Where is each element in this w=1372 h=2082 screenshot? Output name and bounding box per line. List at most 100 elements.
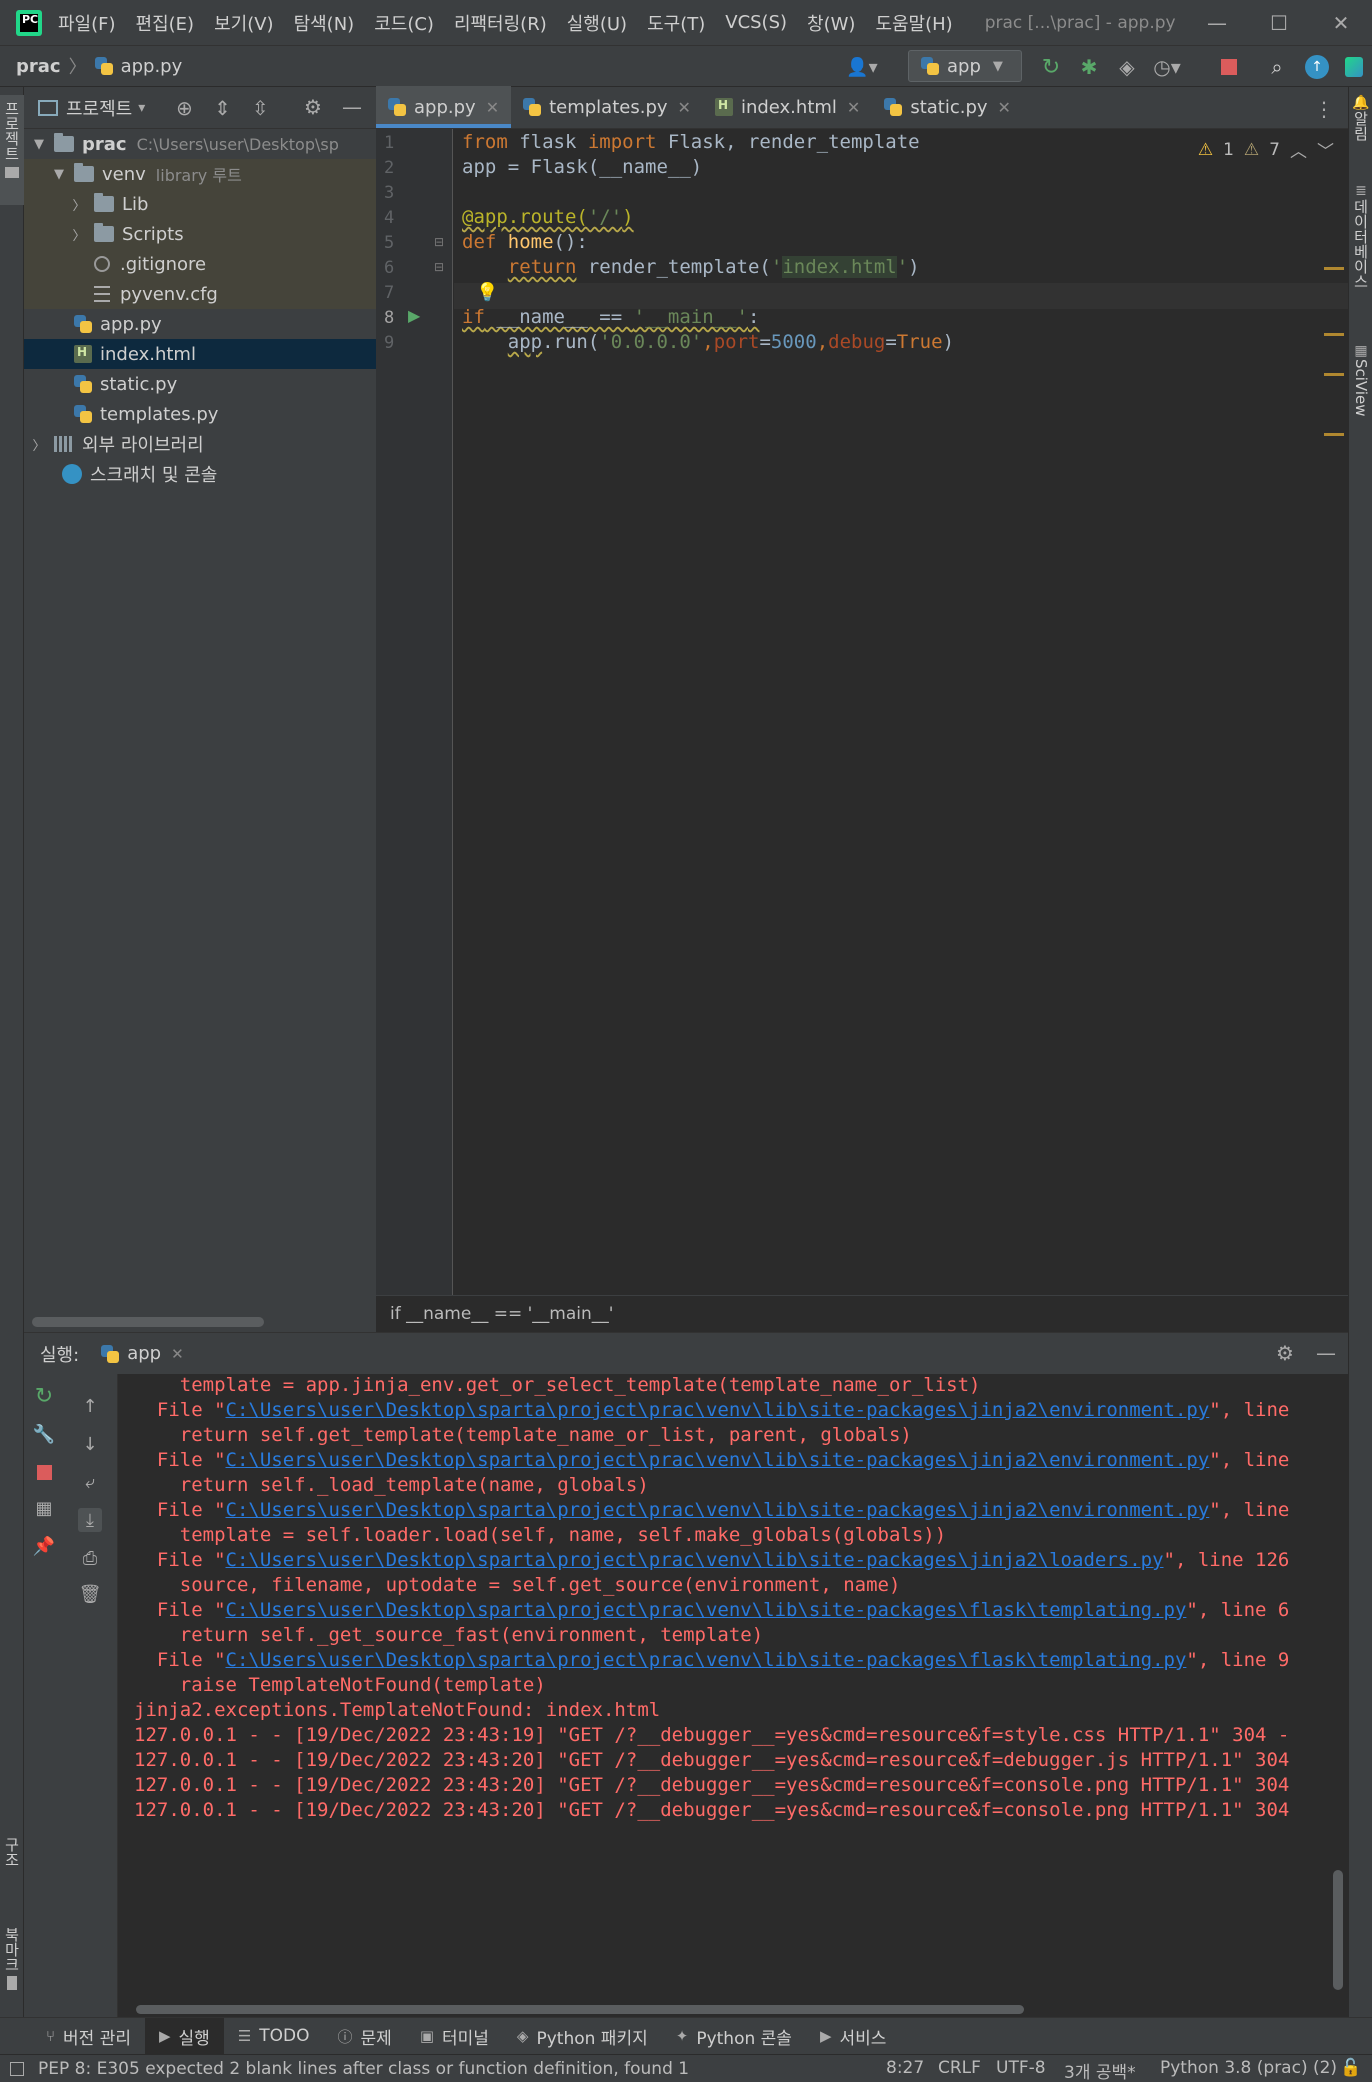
python-interpreter[interactable]: Python 3.8 (prac) (2) xyxy=(1160,2058,1337,2078)
error-stripe-marker[interactable] xyxy=(1324,267,1344,270)
print-icon[interactable]: ⎙ xyxy=(78,1546,102,1570)
tree-item-venv[interactable]: ▼ venv library 루트 xyxy=(24,159,376,189)
maximize-icon[interactable]: ☐ xyxy=(1248,0,1310,45)
close-tab-icon[interactable]: ✕ xyxy=(847,98,860,117)
tree-item-external-libraries[interactable]: 〉 외부 라이브러리 xyxy=(24,429,376,459)
wrench-icon[interactable]: 🔧 xyxy=(32,1422,56,1446)
console-file-link[interactable]: C:\Users\user\Desktop\sparta\project\pra… xyxy=(226,1499,1210,1521)
menu-refactor[interactable]: 리팩터링(R) xyxy=(454,10,547,36)
close-tab-icon[interactable]: ✕ xyxy=(998,98,1011,117)
console-file-link[interactable]: C:\Users\user\Desktop\sparta\project\pra… xyxy=(226,1549,1164,1571)
indent-setting[interactable]: 3개 공백* xyxy=(1064,2058,1136,2082)
tree-item-gitignore[interactable]: .gitignore xyxy=(24,249,376,279)
tool-button-terminal[interactable]: ▣ 터미널 xyxy=(406,2018,503,2055)
console-file-link[interactable]: C:\Users\user\Desktop\sparta\project\pra… xyxy=(226,1449,1210,1471)
bookmarks-tool-button[interactable]: 북마크 xyxy=(0,1927,24,1997)
menu-navigate[interactable]: 탐색(N) xyxy=(294,10,355,36)
notifications-tool-button[interactable]: 🔔 알림 xyxy=(1349,95,1372,155)
run-console-output[interactable]: template = app.jinja_env.get_or_select_t… xyxy=(118,1374,1330,2007)
tool-button-python-packages[interactable]: ◈ Python 패키지 xyxy=(503,2018,662,2055)
hide-panel-icon[interactable]: — xyxy=(342,95,362,119)
jetbrains-icon[interactable] xyxy=(1340,53,1368,81)
line-separator[interactable]: CRLF xyxy=(938,2058,981,2078)
code-breadcrumb[interactable]: if __name__ == '__main__' xyxy=(376,1295,1348,1332)
intention-bulb-icon[interactable]: 💡 xyxy=(476,282,498,303)
tree-item-lib[interactable]: 〉 Lib xyxy=(24,189,376,219)
breadcrumb-project[interactable]: prac xyxy=(16,56,61,77)
code-editor[interactable]: 1 2 3 4 5 6 7 8 9 ▶ ⊟ ⊟ from flask impor… xyxy=(376,129,1348,1295)
tool-button-problems[interactable]: ⓘ 문제 xyxy=(324,2018,406,2055)
console-file-link[interactable]: C:\Users\user\Desktop\sparta\project\pra… xyxy=(226,1599,1187,1621)
tab-index-html[interactable]: index.html ✕ xyxy=(703,86,872,128)
menu-help[interactable]: 도움말(H) xyxy=(875,10,952,36)
expand-all-icon[interactable]: ⇕ xyxy=(214,96,231,120)
menu-edit[interactable]: 편집(E) xyxy=(136,10,195,36)
more-tabs-icon[interactable]: ⋮ xyxy=(1314,97,1334,121)
menu-view[interactable]: 보기(V) xyxy=(214,10,273,36)
profile-icon[interactable]: ◷▾ xyxy=(1152,53,1182,81)
tree-item-templates-py[interactable]: templates.py xyxy=(24,399,376,429)
run-tab-app[interactable]: app ✕ xyxy=(101,1343,184,1364)
menu-window[interactable]: 창(W) xyxy=(807,10,855,36)
console-vertical-scroll-thumb[interactable] xyxy=(1333,1870,1343,1990)
menu-file[interactable]: 파일(F) xyxy=(58,10,116,36)
close-tab-icon[interactable]: ✕ xyxy=(486,98,499,117)
project-panel-title[interactable]: 프로젝트 xyxy=(66,95,132,121)
run-config-selector[interactable]: app ▼ xyxy=(908,50,1022,82)
tool-button-todo[interactable]: ☰ TODO xyxy=(224,2018,324,2055)
breadcrumb-file[interactable]: app.py xyxy=(121,56,183,77)
stop-icon[interactable] xyxy=(1214,53,1244,81)
fold-end-icon[interactable]: ⊟ xyxy=(434,260,444,274)
tool-button-run[interactable]: ▶ 실행 xyxy=(144,2017,224,2055)
arrow-up-icon[interactable]: ↑ xyxy=(78,1394,102,1418)
tree-item-scratches[interactable]: 스크래치 및 콘솔 xyxy=(24,459,376,489)
database-tool-button[interactable]: ≣ 데이터베이스 xyxy=(1349,183,1372,303)
console-file-link[interactable]: C:\Users\user\Desktop\sparta\project\pra… xyxy=(226,1399,1210,1421)
menu-vcs[interactable]: VCS(S) xyxy=(725,12,787,33)
gear-icon[interactable]: ⚙ xyxy=(1276,1341,1294,1365)
project-tool-button[interactable]: 프로젝트 xyxy=(0,95,24,205)
toggle-tool-windows-icon[interactable] xyxy=(10,2061,24,2076)
error-stripe-marker[interactable] xyxy=(1324,433,1344,436)
tree-item-static-py[interactable]: static.py xyxy=(24,369,376,399)
inspection-widget[interactable]: ⚠ 1 ⚠ 7 ︿ ﹀ xyxy=(1198,137,1334,163)
locate-icon[interactable]: ⊕ xyxy=(176,96,193,120)
tab-static-py[interactable]: static.py ✕ xyxy=(872,86,1023,128)
pin-icon[interactable]: 📌 xyxy=(32,1534,56,1558)
caret-position[interactable]: 8:27 xyxy=(886,2058,924,2078)
structure-tool-button[interactable]: 구조 xyxy=(0,1837,24,1897)
search-icon[interactable]: ⌕ xyxy=(1262,53,1292,81)
debug-icon[interactable]: ✱ xyxy=(1074,53,1104,81)
chevron-down-icon[interactable]: ▾ xyxy=(138,100,145,116)
tool-button-version-control[interactable]: ⑂ 버전 관리 xyxy=(32,2018,145,2055)
tree-item-app-py[interactable]: app.py xyxy=(24,309,376,339)
hide-panel-icon[interactable]: — xyxy=(1316,1341,1336,1365)
tab-templates-py[interactable]: templates.py ✕ xyxy=(511,86,703,128)
layout-icon[interactable]: ▦ xyxy=(32,1496,56,1520)
rerun-icon[interactable]: ↻ xyxy=(32,1384,56,1409)
gear-icon[interactable]: ⚙ xyxy=(304,95,322,119)
user-icon[interactable]: 👤▾ xyxy=(842,53,882,81)
trash-icon[interactable]: 🗑 xyxy=(78,1582,102,1606)
minimize-icon[interactable]: — xyxy=(1186,0,1248,45)
update-icon[interactable]: ↑ xyxy=(1302,53,1332,81)
error-stripe-marker[interactable] xyxy=(1324,333,1344,336)
tab-app-py[interactable]: app.py ✕ xyxy=(376,86,512,128)
sciview-tool-button[interactable]: ▦ SciView xyxy=(1349,343,1372,433)
code-breadcrumb-label[interactable]: if __name__ == '__main__' xyxy=(390,1304,613,1324)
tool-button-services[interactable]: ▶ 서비스 xyxy=(806,2018,900,2055)
horizontal-scrollbar[interactable] xyxy=(32,1317,264,1327)
lock-icon[interactable]: 🔓 xyxy=(1340,2058,1361,2078)
coverage-icon[interactable]: ◈ xyxy=(1112,53,1142,81)
rerun-icon[interactable]: ↻ xyxy=(1036,53,1066,81)
file-encoding[interactable]: UTF-8 xyxy=(996,2058,1046,2078)
error-stripe-marker[interactable] xyxy=(1324,373,1344,376)
tree-item-prac[interactable]: ▼ prac C:\Users\user\Desktop\sp xyxy=(24,129,376,159)
menu-code[interactable]: 코드(C) xyxy=(374,10,434,36)
fold-icon[interactable]: ⊟ xyxy=(434,235,444,249)
scroll-to-end-icon[interactable]: ⤓ xyxy=(78,1508,102,1532)
tree-item-scripts[interactable]: 〉 Scripts xyxy=(24,219,376,249)
collapse-all-icon[interactable]: ⇳ xyxy=(252,96,269,120)
next-highlight-icon[interactable]: ﹀ xyxy=(1317,137,1334,162)
arrow-down-icon[interactable]: ↓ xyxy=(78,1432,102,1456)
